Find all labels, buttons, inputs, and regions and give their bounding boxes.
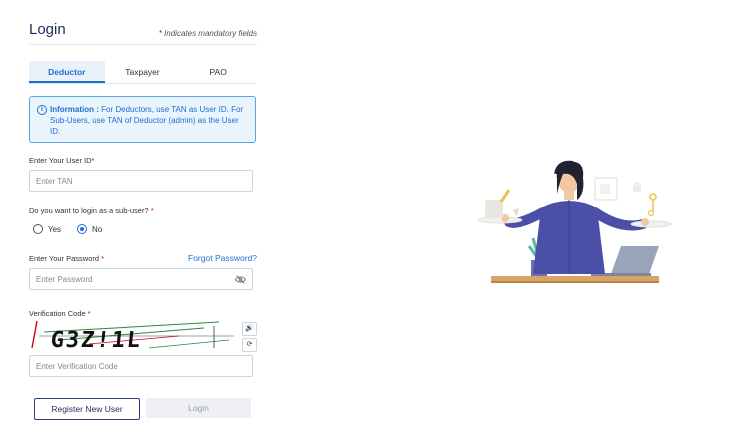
- password-label: Enter Your Password *: [29, 254, 105, 263]
- required-star: *: [158, 29, 162, 38]
- tab-taxpayer[interactable]: Taxpayer: [105, 61, 181, 83]
- divider: [29, 44, 257, 45]
- radio-no-circle[interactable]: [77, 224, 87, 234]
- radio-yes-circle[interactable]: [33, 224, 43, 234]
- verification-label: Verification Code *: [29, 309, 91, 318]
- user-id-label: Enter Your User ID*: [29, 156, 95, 165]
- forgot-password-link[interactable]: Forgot Password?: [188, 253, 257, 263]
- user-id-input[interactable]: Enter TAN: [29, 170, 253, 192]
- verification-code-input[interactable]: Enter Verification Code: [29, 355, 253, 377]
- register-new-user-button[interactable]: Register New User: [34, 398, 140, 420]
- user-type-tabs: Deductor Taxpayer PAO: [29, 61, 256, 84]
- login-illustration: [477, 160, 672, 283]
- login-button[interactable]: Login: [146, 398, 251, 418]
- password-placeholder: Enter Password: [36, 275, 93, 284]
- info-icon: i: [37, 105, 47, 115]
- subuser-label: Do you want to login as a sub-user? *: [29, 206, 154, 215]
- mandatory-note: * Indicates mandatory fields: [159, 29, 257, 38]
- audio-icon[interactable]: 🔊: [242, 322, 257, 336]
- refresh-icon[interactable]: ⟳: [242, 338, 257, 352]
- info-message: Information : For Deductors, use TAN as …: [50, 104, 250, 137]
- captcha-text: G3Z!1L: [49, 328, 143, 352]
- tab-deductor[interactable]: Deductor: [29, 61, 105, 83]
- captcha-image: G3Z!1L: [31, 320, 234, 352]
- radio-yes[interactable]: Yes: [33, 224, 61, 234]
- page-title: Login: [29, 21, 66, 38]
- tab-pao[interactable]: PAO: [180, 61, 256, 83]
- mandatory-text: Indicates mandatory fields: [164, 29, 257, 38]
- info-label: Information :: [50, 105, 99, 114]
- radio-no[interactable]: No: [77, 224, 102, 234]
- info-box: i Information : For Deductors, use TAN a…: [29, 96, 256, 143]
- eye-slash-icon[interactable]: [235, 275, 246, 284]
- password-input[interactable]: Enter Password: [29, 268, 253, 290]
